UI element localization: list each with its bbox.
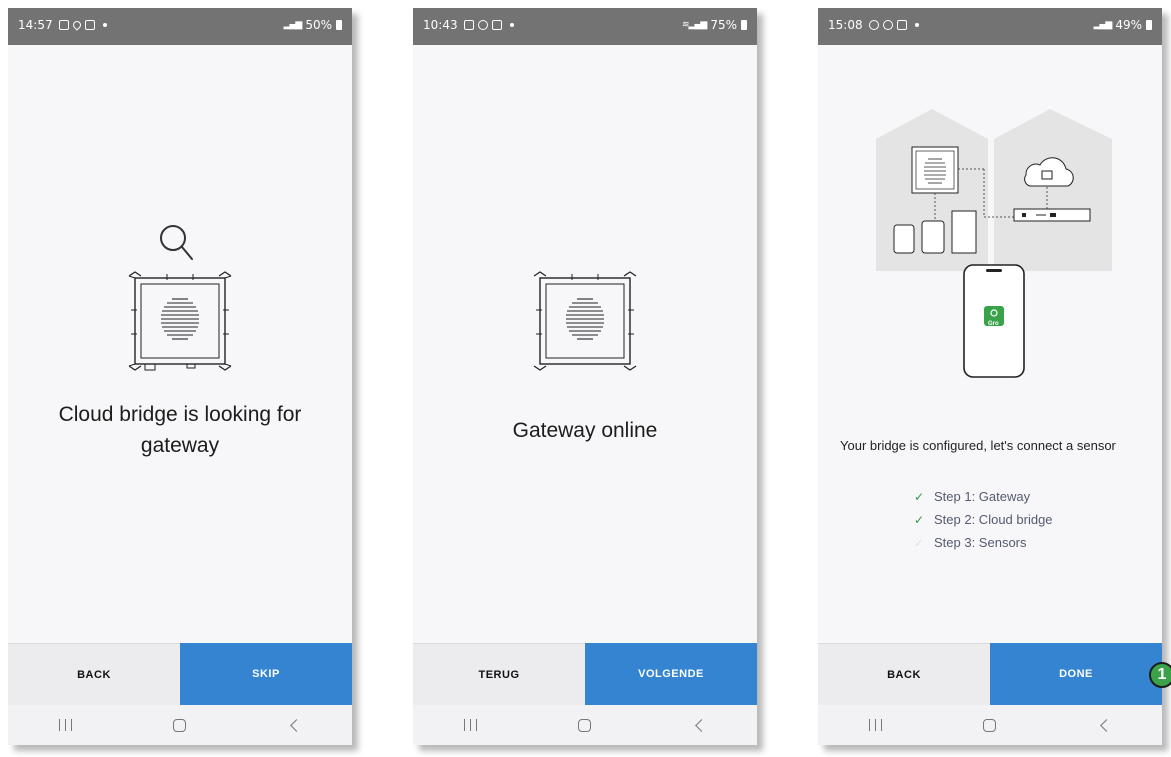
recents-icon[interactable] xyxy=(463,719,477,731)
configured-message: Your bridge is configured, let's connect… xyxy=(840,438,1116,453)
status-bar: 10:43 ≋▂▄▆ 75% xyxy=(413,8,757,45)
step-number-badge: 1 xyxy=(1149,662,1171,688)
status-bar: 15:08 ▂▄▆ 49% xyxy=(818,8,1162,45)
main-content: Cloud bridge is looking for gateway xyxy=(8,45,352,643)
step-item: ✓ Step 1: Gateway xyxy=(914,485,1053,508)
done-button[interactable]: DONE xyxy=(990,643,1162,705)
title-line-1: Gateway online xyxy=(512,419,658,442)
email-icon xyxy=(84,20,95,30)
notification-icons xyxy=(463,20,514,30)
home-icon[interactable] xyxy=(173,718,187,732)
gateway-icon xyxy=(533,271,637,371)
action-bar: BACK DONE xyxy=(818,643,1162,705)
home-icon[interactable] xyxy=(983,718,997,732)
step-label: Step 3: Sensors xyxy=(934,535,1027,550)
system-nav-bar xyxy=(413,705,757,745)
check-icon: ✓ xyxy=(914,512,925,527)
check-icon: ✓ xyxy=(914,489,925,504)
step-label: Step 2: Cloud bridge xyxy=(934,512,1053,527)
status-time: 10:43 xyxy=(423,18,458,32)
gallery-icon xyxy=(463,20,474,30)
house-diagram xyxy=(876,109,1112,271)
home-icon[interactable] xyxy=(578,718,592,732)
gallery-icon xyxy=(58,20,69,30)
whatsapp-icon xyxy=(882,20,893,30)
app-tile-label: Gro xyxy=(988,321,999,327)
battery-percent: 49% xyxy=(1115,18,1142,32)
facebook-icon xyxy=(868,20,879,30)
back-nav-icon[interactable] xyxy=(1100,718,1114,732)
system-nav-bar xyxy=(818,705,1162,745)
main-content: Gro Your bridge is configured, let's con… xyxy=(818,45,1162,643)
battery-icon xyxy=(1146,20,1152,30)
main-content: Gateway online xyxy=(413,45,757,643)
battery-icon xyxy=(336,20,342,30)
page-title: Cloud bridge is looking for gateway xyxy=(8,399,352,461)
action-bar: TERUG VOLGENDE xyxy=(413,643,757,705)
recents-icon[interactable] xyxy=(58,719,72,731)
next-button[interactable]: VOLGENDE xyxy=(585,643,757,705)
system-nav-bar xyxy=(8,705,352,745)
gateway-icon xyxy=(128,271,232,371)
status-time: 14:57 xyxy=(18,18,53,32)
recents-icon[interactable] xyxy=(868,719,882,731)
gallery-icon xyxy=(896,20,907,30)
back-button[interactable]: BACK xyxy=(818,643,990,705)
step-item: ✓ Step 2: Cloud bridge xyxy=(914,508,1053,531)
step-label: Step 1: Gateway xyxy=(934,489,1031,504)
action-bar: BACK SKIP xyxy=(8,643,352,705)
battery-percent: 75% xyxy=(710,18,737,32)
title-line-1: Cloud bridge is looking for xyxy=(58,403,302,426)
status-time: 15:08 xyxy=(828,18,863,32)
back-nav-icon[interactable] xyxy=(290,718,304,732)
notification-icons xyxy=(868,20,919,30)
notification-icons xyxy=(58,19,107,31)
step-item: ✓ Step 3: Sensors xyxy=(914,531,1053,554)
check-icon: ✓ xyxy=(914,535,925,550)
signal-icon: ▂▄▆ xyxy=(1093,20,1113,30)
back-nav-icon[interactable] xyxy=(695,718,709,732)
status-bar: 14:57 ▂▄▆ 50% xyxy=(8,8,352,45)
location-icon xyxy=(70,19,83,31)
whatsapp-icon xyxy=(477,20,488,30)
more-dot-icon xyxy=(914,23,919,27)
title-line-2: gateway xyxy=(140,434,220,457)
signal-icon: ▂▄▆ xyxy=(283,20,303,30)
back-button[interactable]: BACK xyxy=(8,643,180,705)
page-title: Gateway online xyxy=(413,415,757,446)
steps-list: ✓ Step 1: Gateway ✓ Step 2: Cloud bridge… xyxy=(914,485,1053,554)
more-dot-icon xyxy=(102,23,107,27)
more-dot-icon xyxy=(509,23,514,27)
search-icon xyxy=(160,225,193,260)
message-icon xyxy=(491,20,502,30)
skip-button[interactable]: SKIP xyxy=(180,643,352,705)
phone-screen-searching: 14:57 ▂▄▆ 50% Cloud bridge is looking fo… xyxy=(8,8,352,745)
phone-screen-configured: 15:08 ▂▄▆ 49% Gro Your bridge is configu… xyxy=(818,8,1162,745)
back-button[interactable]: TERUG xyxy=(413,643,585,705)
phone-screen-gateway-online: 10:43 ≋▂▄▆ 75% Gateway online TERUG VOLG… xyxy=(413,8,757,745)
battery-percent: 50% xyxy=(305,18,332,32)
battery-icon xyxy=(741,20,747,30)
wifi-signal-icon: ≋▂▄▆ xyxy=(682,20,707,30)
